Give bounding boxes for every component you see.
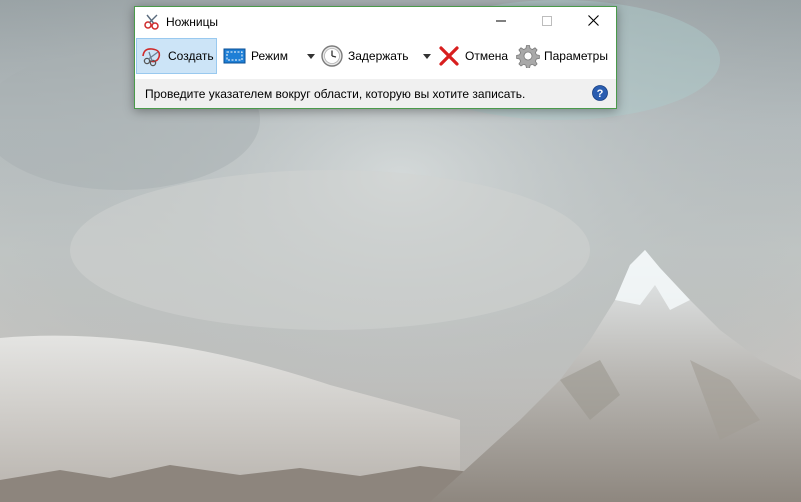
- snipping-tool-window: Ножницы Создать Режим Задержать Отмена П…: [134, 6, 617, 109]
- title-bar[interactable]: Ножницы: [135, 7, 616, 37]
- options-button[interactable]: Параметры: [516, 38, 616, 74]
- cancel-button[interactable]: Отмена: [437, 38, 512, 74]
- mode-button[interactable]: Режим: [223, 38, 323, 74]
- clock-icon: [320, 44, 344, 68]
- delay-label: Задержать: [348, 49, 409, 63]
- gear-icon: [516, 44, 540, 69]
- options-label: Параметры: [544, 49, 608, 63]
- window-title: Ножницы: [166, 15, 219, 29]
- maximize-icon: [542, 13, 552, 31]
- new-snip-button[interactable]: Создать: [136, 38, 217, 74]
- minimize-icon: [496, 13, 506, 31]
- close-button[interactable]: [570, 7, 616, 37]
- maximize-button[interactable]: [524, 7, 570, 37]
- svg-text:?: ?: [597, 88, 604, 100]
- scissors-app-icon: [143, 13, 161, 31]
- close-icon: [587, 13, 599, 31]
- delay-button[interactable]: Задержать: [320, 38, 435, 74]
- minimize-button[interactable]: [478, 7, 524, 37]
- toolbar: Создать Режим Задержать Отмена Параметры: [135, 37, 616, 75]
- rectangle-snip-icon: [223, 44, 247, 68]
- new-snip-label: Создать: [168, 49, 214, 63]
- cancel-label: Отмена: [465, 49, 509, 63]
- mode-dropdown-arrow-icon[interactable]: [307, 54, 315, 59]
- status-bar: Проведите указателем вокруг области, кот…: [135, 79, 616, 108]
- help-icon[interactable]: ?: [592, 85, 608, 101]
- scissors-icon: [140, 44, 164, 68]
- delay-dropdown-arrow-icon[interactable]: [423, 54, 431, 59]
- mode-label: Режим: [251, 49, 288, 63]
- instruction-text: Проведите указателем вокруг области, кот…: [145, 87, 526, 101]
- red-x-icon: [437, 44, 461, 68]
